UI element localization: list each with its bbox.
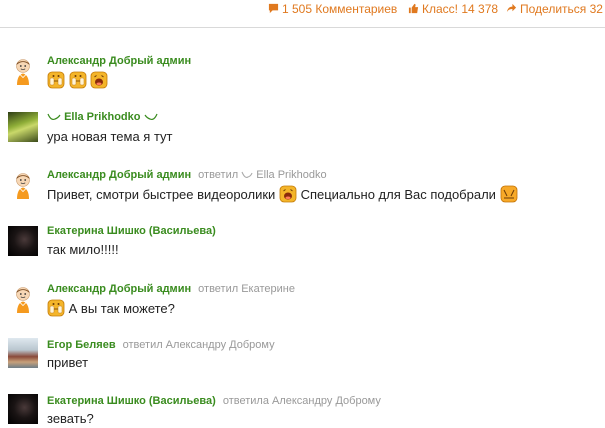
comment-text: так мило!!!!! <box>47 242 119 257</box>
comment-meta: Александр Добрый админ <box>47 55 191 67</box>
comment-text: зевать? <box>47 411 94 426</box>
reply-label: ответил Александру Доброму <box>122 339 275 351</box>
author-name[interactable]: Екатерина Шишко (Васильева) <box>47 395 216 407</box>
clapping-smiley-icon <box>69 71 87 89</box>
author-name[interactable]: Егор Беляев <box>47 339 116 351</box>
default-user-avatar-icon <box>16 59 30 86</box>
vine-ornament-icon <box>47 113 61 121</box>
avatar[interactable] <box>8 394 38 424</box>
like-button[interactable]: Класс! 14 378 <box>408 2 498 16</box>
share-arrow-icon <box>506 3 517 13</box>
vine-ornament-icon <box>241 171 253 178</box>
vine-ornament-icon <box>144 113 158 121</box>
default-user-avatar-icon <box>16 173 30 200</box>
clapping-smiley-icon <box>47 71 65 89</box>
avatar[interactable] <box>8 170 38 200</box>
avatar[interactable] <box>8 112 38 142</box>
author-name[interactable]: Александр Добрый админ <box>47 283 191 295</box>
default-user-avatar-icon <box>16 287 30 314</box>
comment-meta: Ella Prikhodko <box>47 111 158 123</box>
comment-text: А вы так можете? <box>47 299 175 317</box>
comment-text-part: Специально для Вас подобрали <box>300 187 496 202</box>
comment-meta: Екатерина Шишко (Васильева) <box>47 225 216 237</box>
comments-count-link[interactable]: 1 505 Комментариев <box>268 2 397 16</box>
avatar[interactable] <box>8 338 38 368</box>
comment-text-part: Привет, смотри быстрее видеоролики <box>47 187 276 202</box>
author-name[interactable]: Екатерина Шишко (Васильева) <box>47 225 216 237</box>
author-name[interactable]: Ella Prikhodko <box>64 111 140 123</box>
comment-bubble-icon <box>268 3 279 14</box>
comment-meta: Екатерина Шишко (Васильева) ответила Але… <box>47 395 381 407</box>
author-name[interactable]: Александр Добрый админ <box>47 169 191 181</box>
thumbs-up-icon <box>408 3 419 14</box>
comment-text-part: А вы так можете? <box>68 301 175 316</box>
comment-meta: Александр Добрый админ ответил Ella Prik… <box>47 169 327 181</box>
likes-count-label: Класс! 14 378 <box>422 2 499 16</box>
shares-count-label: Поделиться 32 <box>520 2 603 16</box>
reply-label: ответила Александру Доброму <box>222 395 381 407</box>
clapping-smiley-icon <box>47 299 65 317</box>
laughing-smiley-icon <box>279 185 297 203</box>
reply-target-name[interactable]: Ella Prikhodko <box>256 169 326 181</box>
laughing-smiley-icon <box>90 71 108 89</box>
share-button[interactable]: Поделиться 32 <box>506 2 603 16</box>
comment-text: привет <box>47 355 89 370</box>
stats-bar: 1 505 Комментариев Класс! 14 378 Поделит… <box>0 0 605 20</box>
reply-label: ответил Екатерине <box>198 283 295 295</box>
avatar[interactable] <box>8 56 38 86</box>
comment-text: Привет, смотри быстрее видеоролики Специ… <box>47 185 518 203</box>
comment-meta: Егор Беляев ответил Александру Доброму <box>47 339 275 351</box>
author-name[interactable]: Александр Добрый админ <box>47 55 191 67</box>
stats-divider <box>0 27 605 28</box>
comment-meta: Александр Добрый админ ответил Екатерине <box>47 283 295 295</box>
avatar[interactable] <box>8 284 38 314</box>
comment-text <box>47 71 108 89</box>
comment-text: ура новая тема я тут <box>47 129 173 144</box>
avatar[interactable] <box>8 226 38 256</box>
reply-label: ответил <box>198 169 239 181</box>
comments-count-label: 1 505 Комментариев <box>282 2 398 16</box>
orange-smiley-icon <box>500 185 518 203</box>
